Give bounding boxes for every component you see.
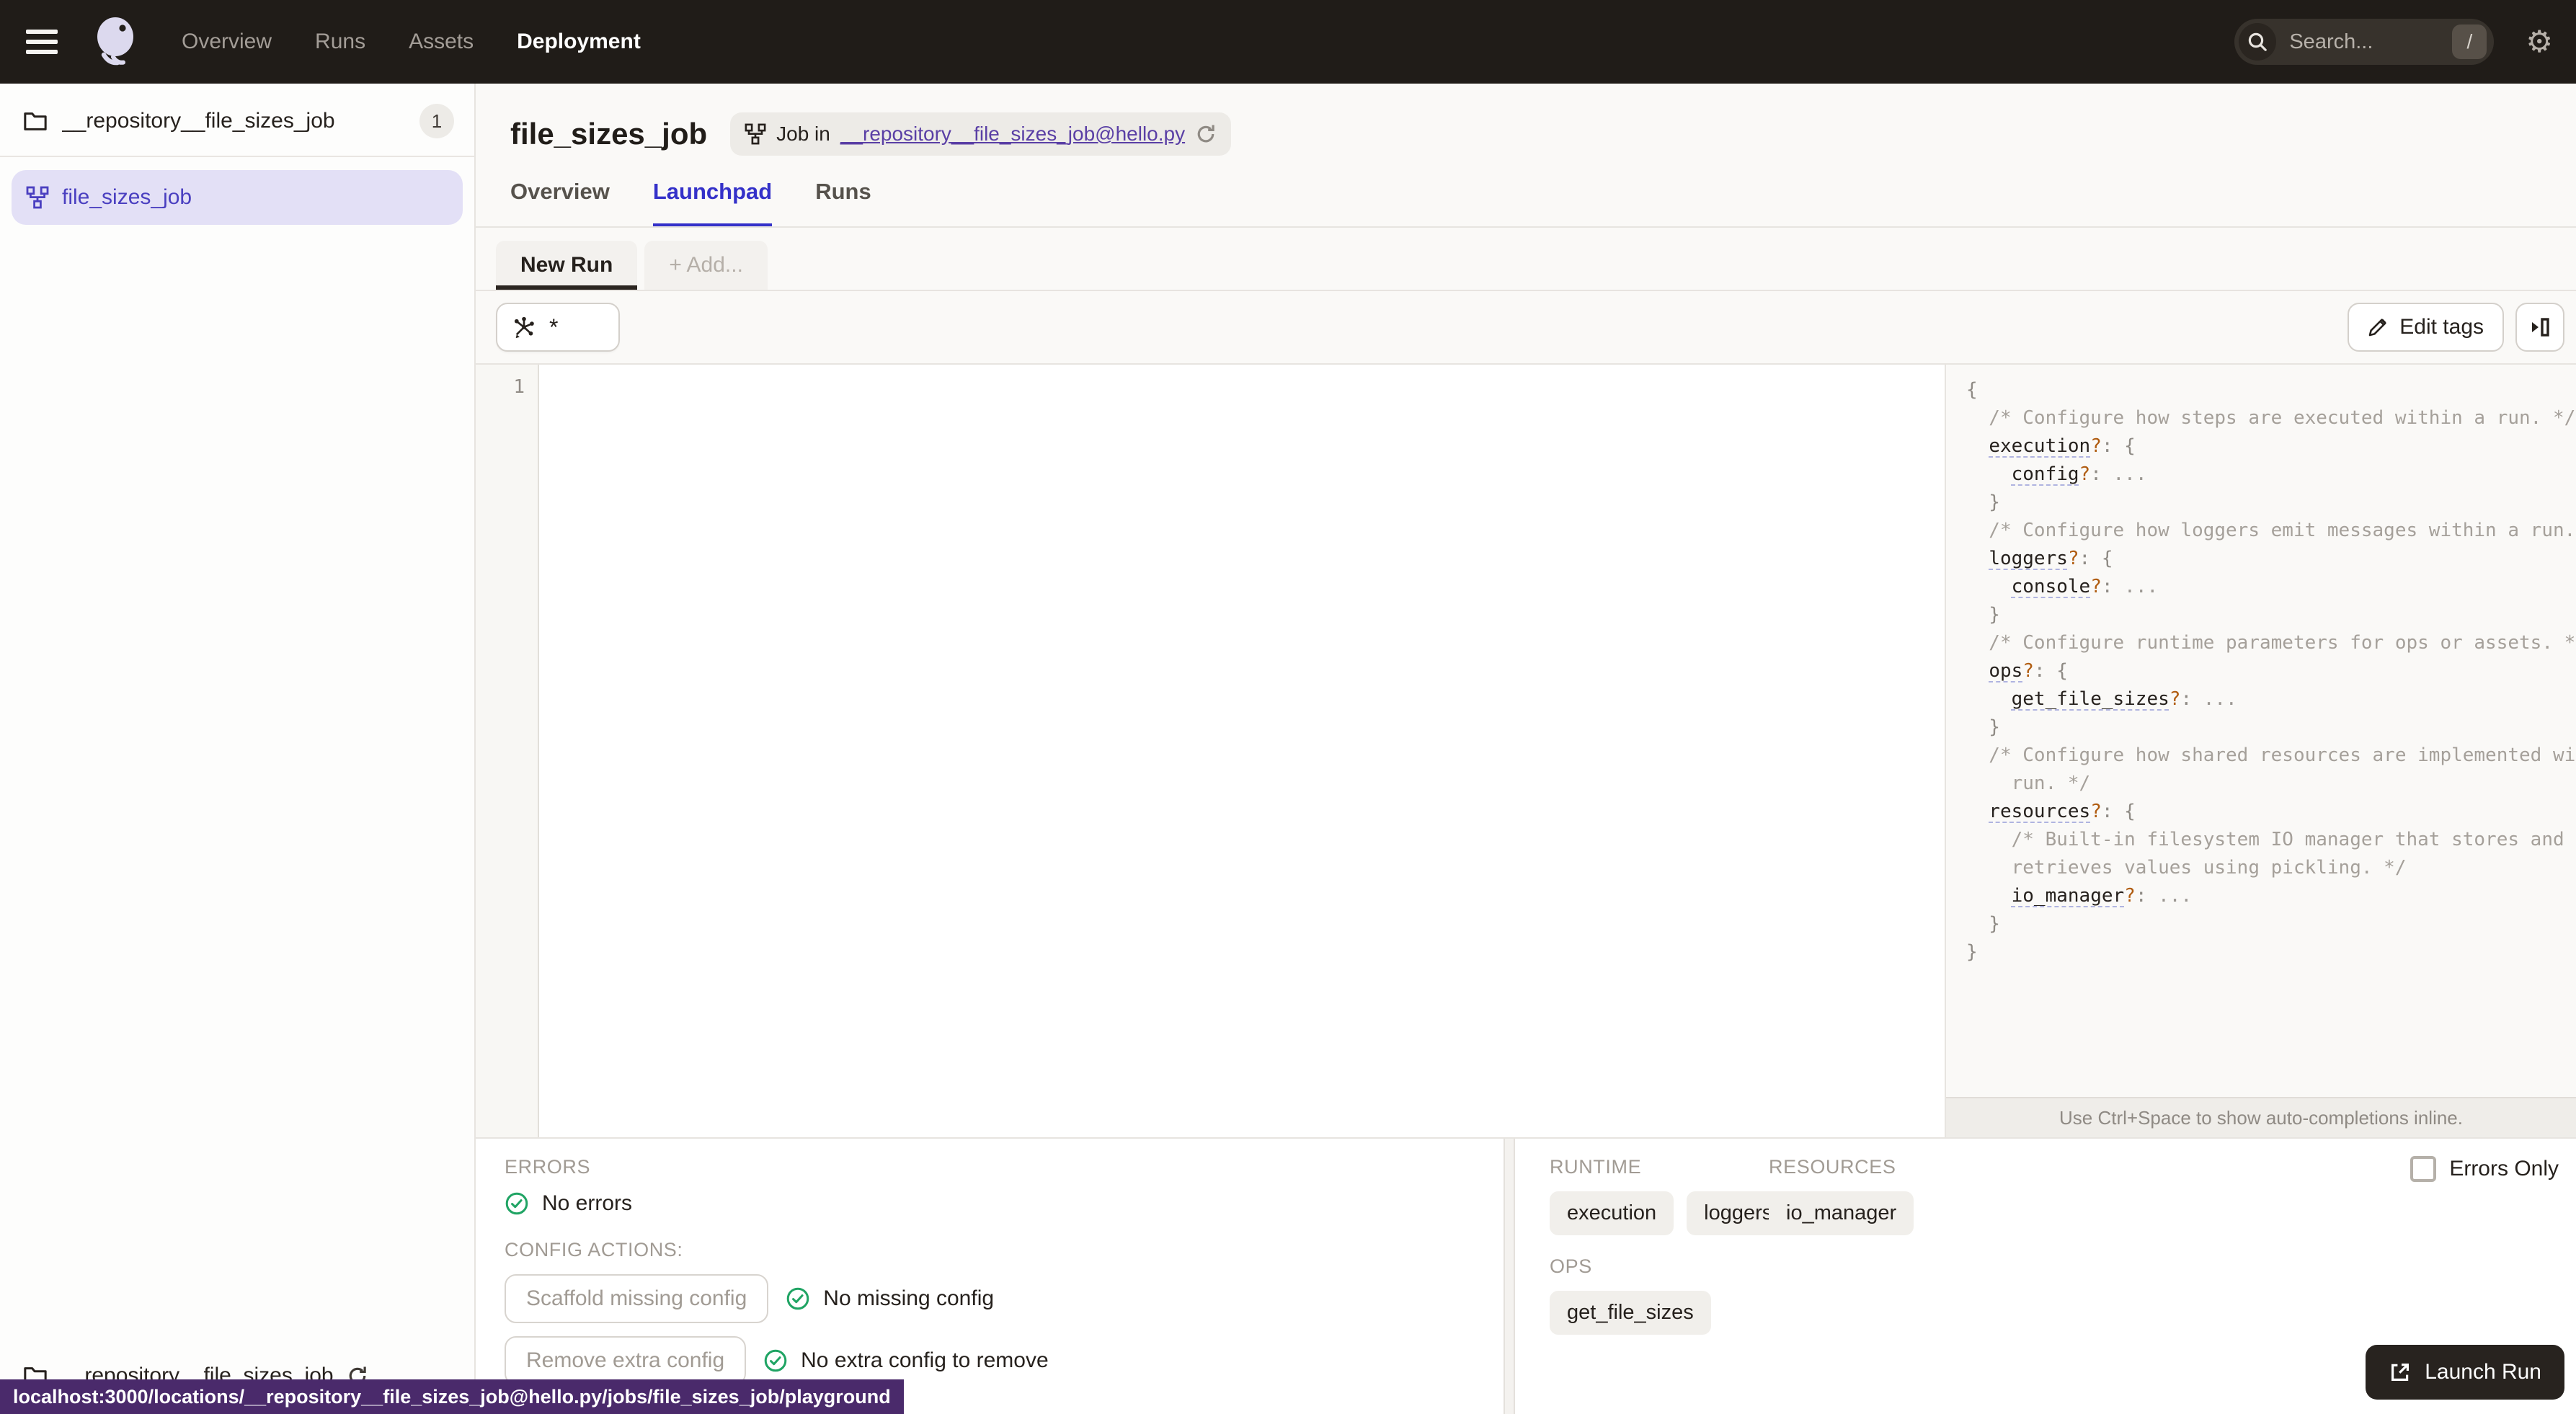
sidebar-item-file-sizes-job[interactable]: file_sizes_job — [12, 170, 463, 225]
config-schema-panel: { /* Configure how steps are executed wi… — [1945, 365, 2576, 1137]
scaffold-missing-config-button[interactable]: Scaffold missing config — [505, 1274, 769, 1323]
search-icon — [2239, 23, 2277, 61]
config-editor[interactable] — [539, 365, 1945, 1137]
hamburger-menu-icon[interactable] — [26, 30, 58, 54]
link-preview-statusbar: localhost:3000/locations/__repository__f… — [0, 1379, 904, 1414]
edit-tags-label: Edit tags — [2399, 315, 2484, 339]
gear-icon[interactable]: ⚙ — [2526, 27, 2553, 57]
edit-tags-button[interactable]: Edit tags — [2348, 303, 2504, 352]
errors-only-toggle[interactable]: Errors Only — [2410, 1156, 2559, 1182]
panel-right-icon — [2532, 318, 2549, 337]
app-root: Overview Runs Assets Deployment Search..… — [0, 0, 2576, 1414]
runtime-group: RUNTIME execution loggers — [1550, 1156, 1790, 1255]
folder-icon — [24, 112, 47, 130]
editor-gutter: 1 — [476, 365, 539, 1137]
scaffold-config-row: Scaffold missing config No missing confi… — [505, 1274, 1504, 1323]
search-shortcut-badge: / — [2452, 25, 2487, 59]
sidebar-repo-group[interactable]: __repository__file_sizes_job 1 — [0, 84, 474, 156]
launch-run-label: Launch Run — [2425, 1360, 2541, 1384]
search-input[interactable]: Search... / — [2234, 19, 2495, 65]
config-schema-lines: { /* Configure how steps are executed wi… — [1966, 379, 2576, 963]
ops-chips: get_file_sizes — [1550, 1291, 2576, 1335]
tab-overview[interactable]: Overview — [510, 179, 610, 226]
bottom-panel-splitter[interactable] — [1504, 1139, 1515, 1414]
errors-status-row: No errors — [505, 1191, 1504, 1216]
sidebar-divider — [0, 156, 474, 157]
job-origin-link[interactable]: __repository__file_sizes_job@hello.py — [840, 123, 1185, 146]
resources-group: RESOURCES io_manager — [1769, 1156, 1914, 1255]
bottom-panel: ERRORS No errors CONFIG ACTIONS: Scaffol… — [476, 1137, 2576, 1414]
resources-chip-io-manager[interactable]: io_manager — [1769, 1191, 1914, 1235]
errors-status-text: No errors — [542, 1191, 633, 1215]
session-tab-add[interactable]: + Add... — [644, 241, 768, 290]
job-icon — [26, 186, 49, 209]
extra-config-status: No extra config to remove — [763, 1348, 1049, 1373]
job-icon — [745, 123, 766, 145]
nav-right: Search... / ⚙ — [2234, 19, 2553, 65]
session-tab-new-run[interactable]: New Run — [496, 241, 638, 290]
ops-group: OPS get_file_sizes — [1550, 1255, 2576, 1335]
page-title: file_sizes_job — [510, 117, 708, 151]
page-header: file_sizes_job Job in __repository__file… — [476, 84, 2576, 228]
title-row: file_sizes_job Job in __repository__file… — [476, 112, 2576, 156]
search-placeholder: Search... — [2289, 30, 2373, 53]
reload-icon[interactable] — [1195, 123, 1217, 145]
dagster-logo-icon — [97, 17, 133, 66]
tabs-row: Overview Launchpad Runs — [476, 179, 2576, 226]
runtime-heading: RUNTIME — [1550, 1156, 1642, 1178]
check-circle-icon — [505, 1192, 528, 1215]
nav-item-overview[interactable]: Overview — [182, 30, 272, 54]
runtime-chips: execution loggers — [1550, 1191, 1790, 1235]
tab-runs[interactable]: Runs — [815, 179, 871, 226]
autocomplete-hint: Use Ctrl+Space to show auto-completions … — [1946, 1097, 2576, 1137]
job-origin-pill: Job in __repository__file_sizes_job@hell… — [730, 112, 1232, 156]
op-selector-icon — [514, 316, 534, 339]
errors-only-label: Errors Only — [2449, 1157, 2559, 1180]
missing-config-status: No missing config — [786, 1286, 994, 1311]
sidebar: __repository__file_sizes_job 1 file_size… — [0, 84, 476, 1414]
missing-config-status-text: No missing config — [823, 1286, 995, 1310]
session-tabs: New Run + Add... — [476, 228, 2576, 291]
errors-heading: ERRORS — [505, 1156, 591, 1178]
nav-item-deployment[interactable]: Deployment — [517, 30, 641, 54]
nav-links: Overview Runs Assets Deployment — [182, 30, 641, 54]
run-preview-section: RUNTIME execution loggers RESOURCES io_m… — [1515, 1139, 2576, 1414]
tab-launchpad[interactable]: Launchpad — [652, 179, 773, 226]
line-number: 1 — [513, 376, 525, 398]
ops-heading: OPS — [1550, 1255, 1592, 1277]
op-selector-input[interactable]: * — [496, 303, 620, 352]
launch-run-button[interactable]: Launch Run — [2366, 1345, 2564, 1400]
remove-extra-config-button[interactable]: Remove extra config — [505, 1336, 747, 1385]
pencil-icon — [2368, 319, 2386, 337]
repo-group-label: __repository__file_sizes_job — [62, 109, 335, 133]
runtime-chip-execution[interactable]: execution — [1550, 1191, 1674, 1235]
launchpad-toolbar: * Edit tags — [476, 291, 2576, 363]
job-pill-prefix: Job in — [776, 123, 830, 145]
resources-chips: io_manager — [1769, 1191, 1914, 1235]
nav-item-assets[interactable]: Assets — [409, 30, 474, 54]
extra-config-status-text: No extra config to remove — [801, 1348, 1049, 1372]
remove-config-row: Remove extra config No extra config to r… — [505, 1336, 1504, 1385]
check-circle-icon — [764, 1349, 787, 1372]
op-selector-value: * — [549, 314, 559, 340]
config-actions-heading: CONFIG ACTIONS: — [505, 1239, 683, 1260]
ops-chip-get-file-sizes[interactable]: get_file_sizes — [1550, 1291, 1711, 1335]
dagster-logo[interactable] — [89, 14, 141, 69]
errors-section: ERRORS No errors CONFIG ACTIONS: Scaffol… — [476, 1139, 1504, 1414]
top-nav: Overview Runs Assets Deployment Search..… — [0, 0, 2576, 84]
main-content: file_sizes_job Job in __repository__file… — [476, 84, 2576, 1414]
launch-icon — [2391, 1364, 2410, 1381]
page-body: __repository__file_sizes_job 1 file_size… — [0, 84, 2576, 1414]
editor-split: 1 { /* Configure how steps are executed … — [476, 363, 2576, 1137]
sidebar-item-label: file_sizes_job — [62, 185, 192, 209]
repo-count-badge: 1 — [419, 104, 454, 138]
resources-heading: RESOURCES — [1769, 1156, 1896, 1178]
nav-item-runs[interactable]: Runs — [315, 30, 365, 54]
expand-panel-button[interactable] — [2515, 303, 2564, 352]
check-circle-icon — [786, 1287, 809, 1310]
errors-only-checkbox[interactable] — [2410, 1156, 2437, 1182]
